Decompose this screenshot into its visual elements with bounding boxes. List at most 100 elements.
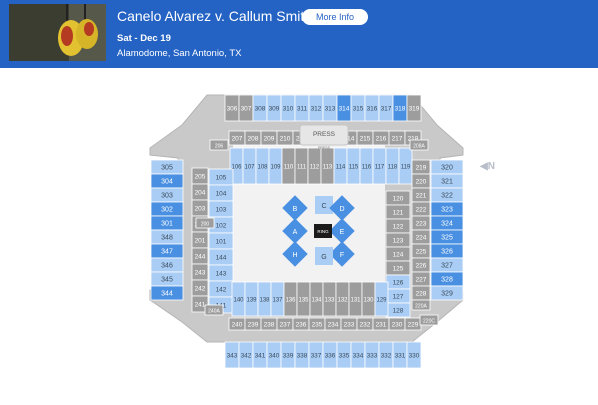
section-203[interactable]: 203 <box>191 199 209 217</box>
section-139[interactable]: 139 <box>244 281 259 317</box>
section-238[interactable]: 238 <box>260 317 278 331</box>
section-334[interactable]: 334 <box>350 341 366 369</box>
section-135[interactable]: 135 <box>296 281 311 317</box>
section-103[interactable]: 103 <box>208 200 234 218</box>
section-126[interactable]: 126 <box>385 274 411 290</box>
section-325[interactable]: 325 <box>430 229 464 245</box>
section-344[interactable]: 344 <box>150 285 184 301</box>
section-239[interactable]: 239 <box>244 317 262 331</box>
section-323[interactable]: 323 <box>430 201 464 217</box>
section-128[interactable]: 128 <box>385 302 411 318</box>
floor-section-c[interactable]: C <box>315 196 333 214</box>
section-224[interactable]: 224 <box>411 229 431 245</box>
section-309[interactable]: 309 <box>266 94 282 122</box>
section-307[interactable]: 307 <box>238 94 254 122</box>
section-326[interactable]: 326 <box>430 243 464 259</box>
section-107[interactable]: 107 <box>242 147 257 185</box>
section-130[interactable]: 130 <box>361 281 376 317</box>
section-320[interactable]: 320 <box>430 159 464 175</box>
section-123[interactable]: 123 <box>385 232 411 248</box>
section-303[interactable]: 303 <box>150 187 184 203</box>
section-201[interactable]: 201 <box>191 231 209 249</box>
section-311[interactable]: 311 <box>294 94 310 122</box>
section-235[interactable]: 235 <box>308 317 326 331</box>
section-306[interactable]: 306 <box>224 94 240 122</box>
section-243[interactable]: 243 <box>191 263 209 281</box>
section-221[interactable]: 221 <box>411 187 431 203</box>
section-331[interactable]: 331 <box>392 341 408 369</box>
section-240A[interactable]: 240A <box>204 304 224 316</box>
section-142[interactable]: 142 <box>208 280 234 298</box>
section-315[interactable]: 315 <box>350 94 366 122</box>
section-200[interactable]: 200 <box>195 217 215 229</box>
section-134[interactable]: 134 <box>309 281 324 317</box>
floor-section-g[interactable]: G <box>315 247 333 265</box>
section-124[interactable]: 124 <box>385 246 411 262</box>
section-220C[interactable]: 220C <box>419 314 439 326</box>
section-341[interactable]: 341 <box>252 341 268 369</box>
section-131[interactable]: 131 <box>348 281 363 317</box>
section-140[interactable]: 140 <box>231 281 246 317</box>
section-138[interactable]: 138 <box>257 281 272 317</box>
section-132[interactable]: 132 <box>335 281 350 317</box>
section-237[interactable]: 237 <box>276 317 294 331</box>
section-340[interactable]: 340 <box>266 341 282 369</box>
section-327[interactable]: 327 <box>430 257 464 273</box>
section-313[interactable]: 313 <box>322 94 338 122</box>
section-222[interactable]: 222 <box>411 201 431 217</box>
section-228[interactable]: 228 <box>411 285 431 301</box>
section-209[interactable]: 209 <box>260 130 278 146</box>
section-117[interactable]: 117 <box>372 147 387 185</box>
section-125[interactable]: 125 <box>385 260 411 276</box>
section-301[interactable]: 301 <box>150 215 184 231</box>
section-310[interactable]: 310 <box>280 94 296 122</box>
section-215[interactable]: 215 <box>356 130 374 146</box>
section-122[interactable]: 122 <box>385 218 411 234</box>
section-234[interactable]: 234 <box>324 317 342 331</box>
section-332[interactable]: 332 <box>378 341 394 369</box>
section-342[interactable]: 342 <box>238 341 254 369</box>
section-330[interactable]: 330 <box>406 341 422 369</box>
section-118[interactable]: 118 <box>385 147 400 185</box>
section-225[interactable]: 225 <box>411 243 431 259</box>
section-219[interactable]: 219 <box>411 159 431 175</box>
section-109[interactable]: 109 <box>268 147 283 185</box>
section-231[interactable]: 231 <box>372 317 390 331</box>
section-120[interactable]: 120 <box>385 190 411 206</box>
section-335[interactable]: 335 <box>336 341 352 369</box>
section-347[interactable]: 347 <box>150 243 184 259</box>
section-338[interactable]: 338 <box>294 341 310 369</box>
section-108[interactable]: 108 <box>255 147 270 185</box>
section-129[interactable]: 129 <box>374 281 389 317</box>
section-116[interactable]: 116 <box>359 147 374 185</box>
section-143[interactable]: 143 <box>208 264 234 282</box>
section-101[interactable]: 101 <box>208 232 234 250</box>
section-242[interactable]: 242 <box>191 279 209 297</box>
section-317[interactable]: 317 <box>378 94 394 122</box>
section-346[interactable]: 346 <box>150 257 184 273</box>
section-206[interactable]: 206 <box>209 139 229 151</box>
section-226[interactable]: 226 <box>411 257 431 273</box>
section-205[interactable]: 205 <box>191 167 209 185</box>
section-314[interactable]: 314 <box>336 94 352 122</box>
section-304[interactable]: 304 <box>150 173 184 189</box>
section-312[interactable]: 312 <box>308 94 324 122</box>
section-319[interactable]: 319 <box>406 94 422 122</box>
section-110[interactable]: 110 <box>281 147 296 185</box>
section-302[interactable]: 302 <box>150 201 184 217</box>
section-112[interactable]: 112 <box>307 147 322 185</box>
section-328[interactable]: 328 <box>430 271 464 287</box>
section-233[interactable]: 233 <box>340 317 358 331</box>
section-113[interactable]: 113 <box>320 147 335 185</box>
section-321[interactable]: 321 <box>430 173 464 189</box>
section-217[interactable]: 217 <box>388 130 406 146</box>
section-322[interactable]: 322 <box>430 187 464 203</box>
section-232[interactable]: 232 <box>356 317 374 331</box>
section-348[interactable]: 348 <box>150 229 184 245</box>
section-316[interactable]: 316 <box>364 94 380 122</box>
section-105[interactable]: 105 <box>208 168 234 186</box>
section-339[interactable]: 339 <box>280 341 296 369</box>
section-236[interactable]: 236 <box>292 317 310 331</box>
section-220[interactable]: 220 <box>411 173 431 189</box>
section-223[interactable]: 223 <box>411 215 431 231</box>
